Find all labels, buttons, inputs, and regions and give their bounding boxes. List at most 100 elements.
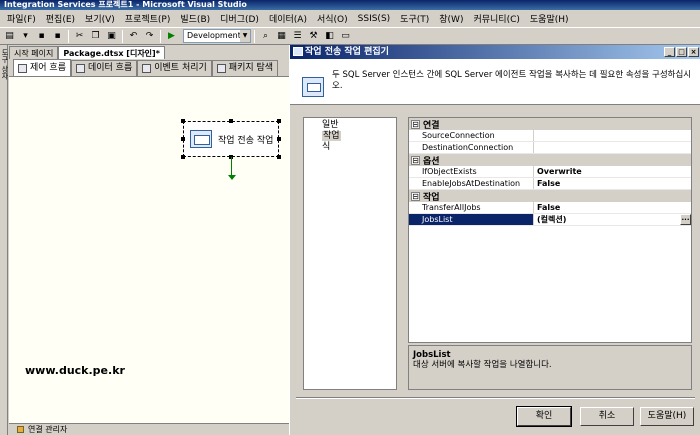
tab-package-design[interactable]: Package.dtsx [디자인]* [58,46,165,59]
description-text: 대상 서버에 복사할 작업을 나열합니다. [413,360,552,370]
start-debug-icon[interactable]: ▶ [164,29,179,43]
event-handlers-icon [142,64,152,73]
undo-icon[interactable]: ↶ [126,29,141,43]
save-icon[interactable]: ▪ [34,29,49,43]
close-button[interactable]: × [688,47,699,57]
menu-item[interactable]: 프로젝트(P) [120,12,176,25]
connection-managers-tab[interactable]: 연결 관리자 [9,423,289,435]
menu-item[interactable]: 편집(E) [41,12,80,25]
cancel-button[interactable]: 취소 [580,407,634,426]
object-browser-icon[interactable]: ◧ [322,29,337,43]
properties-icon[interactable]: ☰ [290,29,305,43]
menu-item[interactable]: SSIS(S) [353,14,396,24]
cut-icon[interactable]: ✂ [72,29,87,43]
chevron-down-icon: ▼ [240,30,250,42]
menu-item[interactable]: 보기(V) [80,12,120,25]
solution-explorer-icon[interactable]: ▦ [274,29,289,43]
ok-button[interactable]: 확인 [516,406,572,427]
tab-event-handlers[interactable]: 이벤트 처리기 [137,60,212,76]
property-category[interactable]: ⊟ 작업 [409,190,691,203]
redo-icon[interactable]: ↷ [142,29,157,43]
tab-package-explorer[interactable]: 패키지 탐색 [211,60,279,76]
property-category[interactable]: ⊟ 연결 [409,118,691,131]
nav-item[interactable]: 작업 [304,131,396,142]
nav-item[interactable]: 식 [304,142,396,153]
property-value[interactable] [534,130,691,141]
menu-item[interactable]: 데이터(A) [264,12,312,25]
menu-item[interactable]: 창(W) [434,12,468,25]
configuration-select[interactable]: Development ▼ [183,29,251,43]
property-value[interactable]: Overwrite [534,166,691,177]
transfer-jobs-icon [302,77,324,97]
window-icon[interactable]: ▭ [338,29,353,43]
tab-data-flow[interactable]: 데이터 흐름 [70,60,138,76]
menu-item[interactable]: 빌드(B) [175,12,215,25]
menu-item[interactable]: 디버그(D) [215,12,264,25]
property-row[interactable]: JobsList (컬렉션)... [409,214,691,226]
resize-handle[interactable] [181,155,185,159]
resize-handle[interactable] [181,119,185,123]
help-button[interactable]: 도움말(H) [640,407,694,426]
property-row[interactable]: TransferAllJobs False [409,202,691,214]
property-value[interactable]: False [534,202,691,213]
document-tabs: 시작 페이지 Package.dtsx [디자인]* [9,45,289,59]
precedence-constraint-arrow[interactable] [231,157,232,177]
property-value[interactable]: (컬렉션)... [534,214,691,225]
property-row[interactable]: EnableJobsAtDestination False [409,178,691,190]
paste-icon[interactable]: ▣ [104,29,119,43]
property-row[interactable]: IfObjectExists Overwrite [409,166,691,178]
property-name: DestinationConnection [409,142,534,153]
collapse-icon[interactable]: ⊟ [411,191,420,201]
property-value[interactable] [534,142,691,153]
dialog-title-bar[interactable]: 작업 전송 작업 편집기 _ □ × [290,45,700,59]
toolbox-strip[interactable]: 도구 상자 [0,45,9,435]
tab-control-flow[interactable]: 제어 흐름 [13,59,71,76]
designer-tabs: 제어 흐름 데이터 흐름 이벤트 처리기 패키지 탐색 [9,59,289,77]
collapse-icon[interactable]: ⊟ [411,155,420,165]
arrow-head-icon [228,175,236,180]
new-project-icon[interactable]: ▤ [2,29,17,43]
find-icon[interactable]: ⌕ [258,29,273,43]
menu-item[interactable]: 서식(O) [312,12,353,25]
property-description: JobsList 대상 서버에 복사할 작업을 나열합니다. [408,345,692,390]
control-flow-icon [18,63,27,73]
page-nav-list: 일반 작업 식 [303,117,397,390]
toolbar: ▤ ▾ ▪ ▪ ✂ ❐ ▣ ↶ ↷ ▶ Development ▼ ⌕ ▦ ☰ … [0,27,700,45]
maximize-button[interactable]: □ [676,47,687,57]
data-flow-icon [75,64,85,73]
package-explorer-icon [216,64,226,73]
transfer-jobs-editor-dialog: 작업 전송 작업 편집기 _ □ × 두 SQL Server 인스턴스 간에 … [289,45,700,435]
toolbox-icon[interactable]: ⚒ [306,29,321,43]
nav-item[interactable]: 일반 [304,120,396,131]
ellipsis-button[interactable]: ... [680,214,691,225]
resize-handle[interactable] [229,119,233,123]
transfer-jobs-task[interactable]: 작업 전송 작업 [183,121,279,157]
collapse-icon[interactable]: ⊟ [411,119,420,129]
menu-item[interactable]: 도움말(H) [525,12,574,25]
description-title: JobsList [413,350,451,360]
transfer-jobs-task-icon [190,130,212,148]
minimize-button[interactable]: _ [664,47,675,57]
resize-handle[interactable] [277,155,281,159]
watermark-text: www.duck.pe.kr [25,364,125,377]
add-item-icon[interactable]: ▾ [18,29,33,43]
menu-item[interactable]: 커뮤니티(C) [468,12,524,25]
menu-item[interactable]: 파일(F) [2,12,41,25]
tab-start-page[interactable]: 시작 페이지 [9,46,59,59]
save-all-icon[interactable]: ▪ [50,29,65,43]
window-title-bar: Integration Services 프로젝트1 - Microsoft V… [0,0,700,10]
property-row[interactable]: DestinationConnection [409,142,691,154]
property-category[interactable]: ⊟ 옵션 [409,154,691,167]
property-row[interactable]: SourceConnection [409,130,691,142]
resize-handle[interactable] [277,119,281,123]
menu-item[interactable]: 도구(T) [395,12,434,25]
property-name: EnableJobsAtDestination [409,178,534,189]
control-flow-canvas[interactable]: 작업 전송 작업 www.duck.pe.kr [9,77,289,423]
dialog-header: 두 SQL Server 인스턴스 간에 SQL Server 에이전트 작업을… [290,59,700,105]
resize-handle[interactable] [181,137,185,141]
property-grid: ⊟ 연결 SourceConnection DestinationConnection… [408,117,692,343]
connection-manager-icon [17,426,24,433]
resize-handle[interactable] [277,137,281,141]
copy-icon[interactable]: ❐ [88,29,103,43]
property-value[interactable]: False [534,178,691,189]
